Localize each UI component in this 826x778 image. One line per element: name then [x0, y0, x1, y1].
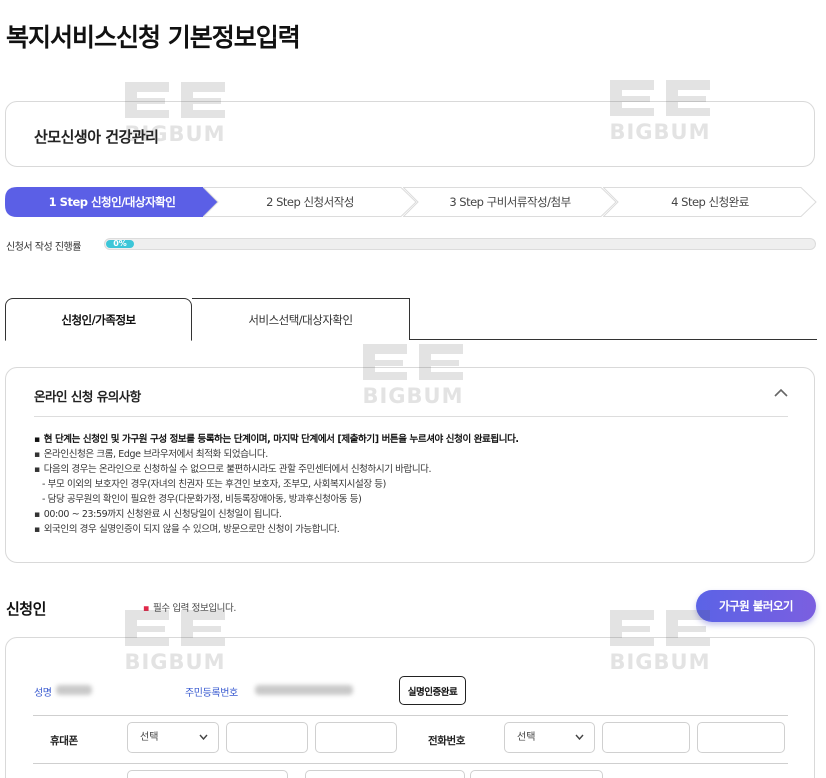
step-1-label: 1 Step 신청인/대상자확인: [48, 195, 176, 209]
service-name-box: 산모신생아 건강관리: [5, 101, 815, 167]
phone-prefix-value: 선택: [517, 732, 536, 743]
address-input[interactable]: [305, 770, 465, 778]
chevron-down-icon: [199, 734, 208, 740]
step-3: 3 Step 구비서류작성/첨부: [403, 187, 617, 217]
step-2-label: 2 Step 신청서작성: [266, 195, 354, 209]
rrn-value-masked: [255, 685, 353, 695]
tab-applicant-family[interactable]: 신청인/가족정보: [5, 298, 192, 341]
load-family-button[interactable]: 가구원 불러오기: [696, 590, 816, 622]
step-4: 4 Step 신청완료: [603, 187, 817, 217]
progress-label: 신청서 작성 진행률: [6, 242, 81, 253]
notice-divider: [34, 416, 788, 417]
row-divider: [33, 715, 788, 716]
verify-button[interactable]: 실명인증완료: [399, 676, 466, 705]
step-indicator: 1 Step 신청인/대상자확인 2 Step 신청서작성 3 Step 구비서…: [5, 187, 817, 217]
progress-bar: 0%: [104, 238, 816, 250]
phone-prefix-select[interactable]: 선택: [504, 722, 595, 753]
phone-middle-input[interactable]: [602, 722, 690, 753]
rrn-label: 주민등록번호: [185, 688, 238, 699]
notice-item: 다음의 경우는 온라인으로 신청하실 수 없으므로 불편하시라도 관할 주민센터…: [34, 462, 519, 477]
chevron-up-icon[interactable]: [774, 388, 788, 398]
required-mark-icon: ▪: [143, 603, 150, 614]
notice-item: 외국인의 경우 실명인증이 되지 않을 수 있으며, 방문으로만 신청이 가능합…: [34, 522, 519, 537]
step-1: 1 Step 신청인/대상자확인: [5, 187, 219, 217]
name-label: 성명: [34, 688, 52, 699]
notice-title: 온라인 신청 유의사항: [34, 389, 141, 404]
notice-item: 현 단계는 신청인 및 가구원 구성 정보를 등록하는 단계이며, 마지막 단계…: [34, 432, 519, 447]
mobile-middle-input[interactable]: [226, 722, 308, 753]
phone-last-input[interactable]: [697, 722, 785, 753]
tab-bar: 서비스선택/대상자확인 신청인/가족정보: [5, 298, 817, 341]
notice-panel: 온라인 신청 유의사항 현 단계는 신청인 및 가구원 구성 정보를 등록하는 …: [5, 367, 815, 563]
required-note: ▪ 필수 입력 정보입니다.: [143, 600, 236, 614]
phone-label: 전화번호: [428, 735, 466, 747]
step-3-label: 3 Step 구비서류작성/첨부: [449, 195, 571, 209]
address-input[interactable]: [470, 770, 603, 778]
name-value-masked: [56, 685, 92, 695]
notice-item: 온라인신청은 크롬, Edge 브라우저에서 최적화 되었습니다.: [34, 447, 519, 462]
mobile-label: 휴대폰: [50, 735, 78, 747]
mobile-prefix-select[interactable]: 선택: [127, 722, 219, 753]
chevron-down-icon: [575, 734, 584, 740]
mobile-last-input[interactable]: [315, 722, 397, 753]
tab-service-select[interactable]: 서비스선택/대상자확인: [192, 298, 410, 340]
applicant-section-title: 신청인: [6, 600, 46, 618]
row-divider: [33, 763, 788, 764]
mobile-prefix-value: 선택: [140, 732, 159, 743]
step-4-label: 4 Step 신청완료: [671, 195, 749, 209]
address-input[interactable]: [127, 770, 288, 778]
step-2: 2 Step 신청서작성: [203, 187, 417, 217]
required-note-text: 필수 입력 정보입니다.: [153, 603, 236, 614]
applicant-form: [5, 637, 815, 778]
service-name: 산모신생아 건강관리: [34, 128, 159, 146]
progress-value: 0%: [106, 240, 134, 248]
notice-item: 00:00 ~ 23:59까지 신청완료 시 신청당일이 신청일이 됩니다.: [34, 507, 519, 522]
page-title: 복지서비스신청 기본정보입력: [6, 23, 301, 52]
notice-subitem: - 부모 이외의 보호자인 경우(자녀의 친권자 또는 후견인 보호자, 조부모…: [42, 479, 386, 490]
notice-subitem: - 담당 공무원의 확인이 필요한 경우(다문화가정, 비등록장애아동, 방과후…: [42, 494, 362, 505]
notice-list: 현 단계는 신청인 및 가구원 구성 정보를 등록하는 단계이며, 마지막 단계…: [34, 432, 519, 537]
